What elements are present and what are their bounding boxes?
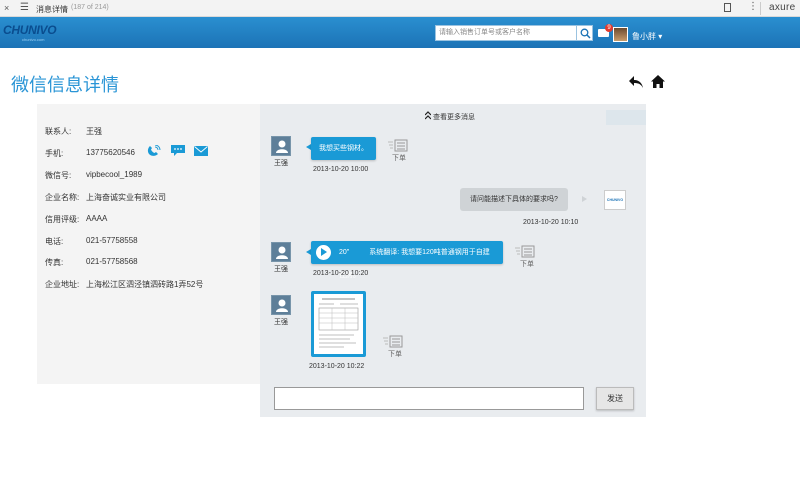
user-icon [276,140,288,153]
logo-subtitle: chunivo.com [22,37,45,42]
order-icon[interactable] [515,245,535,259]
info-label: 联系人: [45,127,72,136]
info-value: vipbecool_1989 [86,170,143,179]
info-value: 13775620546 [86,148,135,157]
order-label[interactable]: 下单 [392,153,406,163]
home-icon[interactable] [651,75,665,88]
info-label: 微信号: [45,171,72,180]
tab-title: 消息详情 [36,5,68,14]
customer-avatar [271,295,291,315]
document-icon [318,298,359,348]
order-label[interactable]: 下单 [520,259,534,269]
staff-avatar: CHUNIVO [604,190,626,210]
page-title: 微信信息详情 [11,75,119,95]
customer-name: 王强 [274,266,288,273]
user-icon [276,299,288,312]
send-button[interactable]: 发送 [596,387,634,410]
user-icon [276,246,288,259]
app-header: CHUNIVO chunivo.com 请输入销售订单号或客户名称 9 鲁小胖 … [0,17,800,48]
info-label: 企业地址: [45,280,80,289]
mail-badge: 9 [605,24,613,32]
message-time: 2013-10-20 10:20 [313,270,369,277]
document-thumbnail [314,294,363,354]
avatar[interactable] [613,27,628,42]
info-value: 王强 [86,127,102,136]
voice-duration: 20" [339,249,350,256]
message-bubble: 请问能描述下具体的要求吗? [460,188,568,211]
browser-top-bar: × ☰ 消息详情 (187 of 214) ⋮ axure [0,0,800,17]
email-icon[interactable] [194,146,208,156]
order-icon[interactable] [388,139,408,153]
axure-brand: axure [769,2,796,13]
search-icon [580,28,591,39]
back-icon[interactable] [628,75,644,89]
info-label: 电话: [45,237,64,246]
message-time: 2013-10-20 10:22 [309,363,365,370]
customer-info-panel: 联系人: 王强 手机: 13775620546 微信号: vipbecool_1… [37,104,260,384]
menu-icon[interactable]: ☰ [20,2,29,13]
search-button[interactable] [576,25,593,41]
logo[interactable]: CHUNIVO [3,23,57,37]
load-more-link[interactable]: 查看更多消息 [433,112,475,122]
info-value: 021-57758568 [86,257,138,266]
double-up-icon[interactable] [425,111,431,121]
order-icon[interactable] [383,335,403,349]
customer-name: 王强 [274,319,288,326]
panel-corner [606,110,646,125]
info-label: 传真: [45,258,64,267]
chat-icon[interactable] [171,145,185,157]
order-label[interactable]: 下单 [388,349,402,359]
info-label: 手机: [45,149,64,158]
info-value: 上海松江区泗泾镇泗砖路1弄52号 [86,280,204,289]
info-value: AAAA [86,214,108,223]
customer-avatar [271,242,291,262]
info-label: 信用评级: [45,215,80,224]
search-input[interactable]: 请输入销售订单号或客户名称 [435,25,577,41]
page-icon[interactable] [724,3,731,12]
page-count: (187 of 214) [71,4,109,11]
info-value: 上海奋诚实业有限公司 [86,193,166,202]
reply-input[interactable] [274,387,584,410]
message-bubble: 我想买些钢材。 [311,137,376,160]
info-value: 021-57758558 [86,236,138,245]
call-icon[interactable] [147,145,161,157]
info-label: 企业名称: [45,193,80,202]
play-icon[interactable] [316,245,331,260]
image-message[interactable] [311,291,366,357]
customer-name: 王强 [274,160,288,167]
customer-avatar [271,136,291,156]
message-time: 2013-10-20 10:00 [313,166,369,173]
message-time: 2013-10-20 10:10 [523,219,579,226]
bubble-tail [582,196,587,202]
more-icon[interactable]: ⋮ [748,1,758,12]
chat-panel: 查看更多消息 王强 我想买些钢材。 2013-10-20 10:00 下单 请问… [260,104,646,417]
voice-message-bubble[interactable]: 20" 系统翻译: 我想要120吨普通钢用于自建住房。 [311,241,503,279]
username-dropdown[interactable]: 鲁小胖 ▾ [632,31,662,42]
close-icon[interactable]: × [4,3,9,13]
divider [760,2,761,15]
